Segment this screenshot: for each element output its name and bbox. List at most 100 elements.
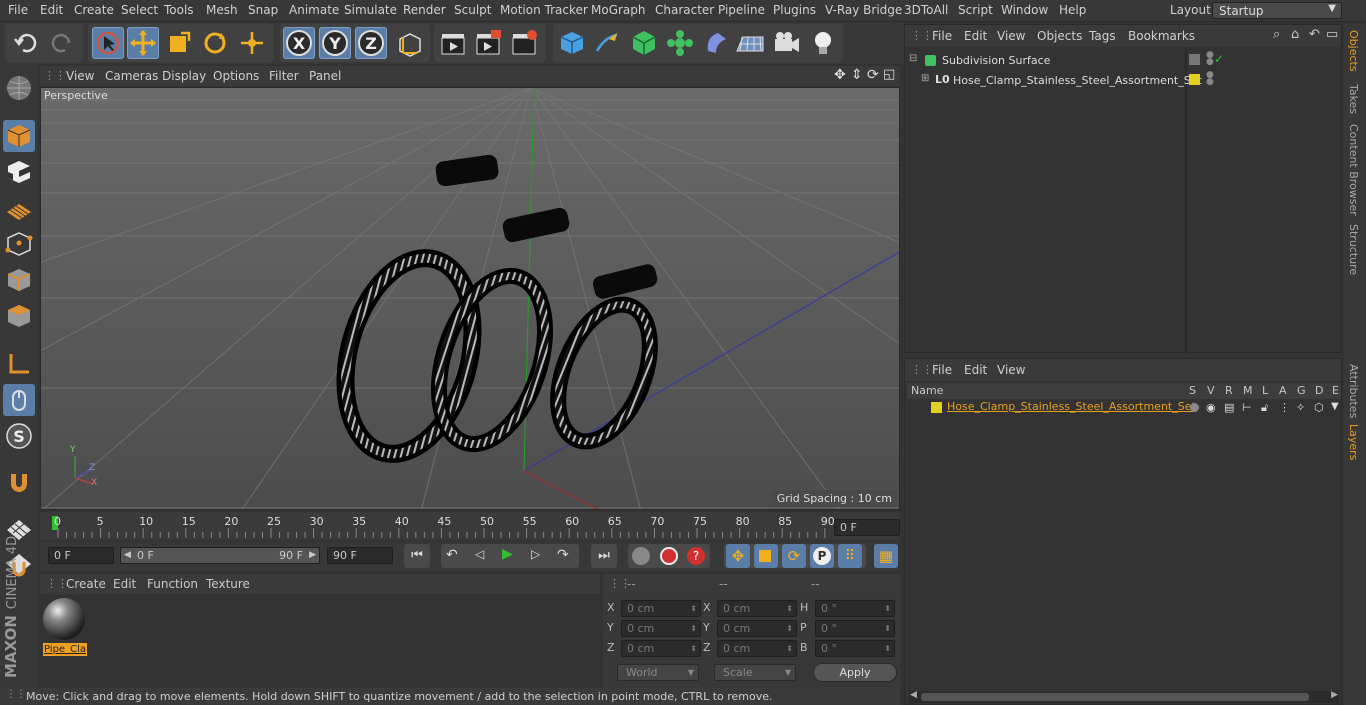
enabled-check-icon[interactable]: ✓: [1214, 52, 1224, 66]
key-parameter-icon[interactable]: P: [810, 544, 834, 568]
menu-edit[interactable]: Edit: [40, 3, 63, 17]
layer-menu-file[interactable]: File: [932, 363, 952, 377]
size-mode-dropdown[interactable]: Scale ▼: [714, 664, 796, 681]
menu-3dtoall[interactable]: 3DToAll: [904, 3, 948, 17]
animation-icon[interactable]: ⋮: [1279, 401, 1290, 414]
key-scale-icon[interactable]: [754, 544, 778, 568]
transform-tool-button[interactable]: [236, 27, 268, 59]
render-view-button[interactable]: [437, 27, 469, 59]
home-icon[interactable]: ⌂: [1291, 27, 1299, 42]
menu-snap[interactable]: Snap: [248, 3, 278, 17]
max-frame-field[interactable]: 90 F: [327, 547, 393, 564]
solo-button[interactable]: S: [3, 420, 35, 452]
layer-color-swatch[interactable]: [931, 402, 942, 413]
solo-toggle-icon[interactable]: [1190, 403, 1199, 412]
menu-help[interactable]: Help: [1059, 3, 1086, 17]
col-render[interactable]: R: [1225, 384, 1233, 397]
expand-icon[interactable]: ⊞: [921, 73, 929, 84]
menu-pipeline[interactable]: Pipeline: [718, 3, 765, 17]
menu-character[interactable]: Character: [655, 3, 714, 17]
viewport-menu-view[interactable]: View: [66, 69, 94, 83]
stepper-arrows-icon[interactable]: ⬍: [690, 641, 697, 656]
lock-icon[interactable]: 🔓︎: [1261, 401, 1268, 415]
menu-mograph[interactable]: MoGraph: [591, 3, 646, 17]
obj-menu-file[interactable]: File: [932, 29, 952, 43]
menu-window[interactable]: Window: [1001, 3, 1048, 17]
object-row-subdivision[interactable]: ⊟ Subdivision Surface ● ● ✓: [905, 51, 1343, 70]
menu-animate[interactable]: Animate: [289, 3, 339, 17]
col-view[interactable]: V: [1207, 384, 1215, 397]
manager-icon[interactable]: ⊢: [1242, 401, 1252, 414]
stepper-arrows-icon[interactable]: ⬍: [884, 601, 891, 616]
menu-select[interactable]: Select: [121, 3, 158, 17]
render-picture-viewer-button[interactable]: [472, 27, 504, 59]
search-icon[interactable]: ⌕: [1273, 27, 1280, 42]
new-view-icon[interactable]: ▭: [1326, 27, 1338, 42]
layer-menu-view[interactable]: View: [997, 363, 1025, 377]
model-mode-button[interactable]: [3, 120, 35, 152]
obj-menu-tags[interactable]: Tags: [1089, 29, 1116, 43]
layer-tag-empty-icon[interactable]: [1189, 54, 1200, 65]
light-button[interactable]: [807, 27, 839, 59]
key-rotation-icon[interactable]: ⟳: [782, 544, 806, 568]
spline-pen-button[interactable]: [591, 27, 623, 59]
live-selection-button[interactable]: [92, 27, 124, 59]
visibility-dots-icon[interactable]: ● ●: [1206, 71, 1214, 87]
frame-range-slider[interactable]: ◀ 0 F 90 F ▶: [120, 547, 320, 564]
coord-value-field[interactable]: 0 cm ⬍: [621, 620, 701, 637]
scale-tool-button[interactable]: [163, 27, 195, 59]
make-editable-button[interactable]: [3, 72, 35, 104]
apply-button[interactable]: Apply: [813, 663, 897, 682]
deformer-button[interactable]: [700, 27, 732, 59]
menu-create[interactable]: Create: [74, 3, 114, 17]
scroll-right-icon[interactable]: ▶: [1331, 690, 1338, 700]
dolly-view-icon[interactable]: ⇕: [851, 67, 863, 83]
stepper-arrows-icon[interactable]: ⬍: [884, 621, 891, 636]
tab-content-browser[interactable]: Content Browser: [1347, 124, 1360, 216]
go-to-start-button[interactable]: ⏮: [404, 544, 430, 568]
stepper-arrows-icon[interactable]: ⬍: [786, 621, 793, 636]
obj-menu-objects[interactable]: Objects: [1037, 29, 1082, 43]
tab-objects[interactable]: Objects: [1347, 30, 1360, 72]
subdivision-surface-button[interactable]: [628, 27, 660, 59]
viewport-menu-display[interactable]: Display: [162, 69, 206, 83]
stepper-arrows-icon[interactable]: ⬍: [786, 641, 793, 656]
cube-primitive-button[interactable]: [556, 27, 588, 59]
coord-value-field[interactable]: 0 cm ⬍: [717, 640, 797, 657]
col-manager[interactable]: M: [1243, 384, 1253, 397]
col-generators[interactable]: G: [1297, 384, 1306, 397]
perspective-viewport[interactable]: Perspective Y Z X Grid Spacing : 10 cm: [40, 87, 900, 510]
axis-mode-button[interactable]: [3, 348, 35, 380]
scrollbar-thumb[interactable]: [921, 693, 1309, 701]
next-keyframe-icon[interactable]: ↷: [557, 547, 569, 563]
layer-color-swatch[interactable]: [1189, 74, 1200, 85]
col-deformers[interactable]: D: [1315, 384, 1323, 397]
workplane-mode-button[interactable]: [3, 192, 35, 224]
col-animation[interactable]: A: [1279, 384, 1287, 397]
menu-simulate[interactable]: Simulate: [344, 3, 397, 17]
polygons-mode-button[interactable]: [3, 300, 35, 332]
stepper-arrows-icon[interactable]: ⬍: [690, 621, 697, 636]
object-row-hose-clamp[interactable]: ⊞ L0 Hose_Clamp_Stainless_Steel_Assortme…: [905, 71, 1343, 90]
generator-icon[interactable]: ✧: [1296, 401, 1305, 414]
material-menu-function[interactable]: Function: [147, 577, 198, 591]
x-axis-lock-button[interactable]: X: [283, 27, 315, 59]
autokeying-icon[interactable]: ?: [687, 547, 705, 565]
coordinate-space-dropdown[interactable]: World ▼: [617, 664, 699, 681]
coord-value-field[interactable]: 0 ° ⬍: [815, 640, 895, 657]
layer-menu-edit[interactable]: Edit: [964, 363, 987, 377]
edges-mode-button[interactable]: [3, 264, 35, 296]
maximize-view-icon[interactable]: ◱: [883, 67, 895, 82]
menu-file[interactable]: File: [8, 3, 28, 17]
coord-value-field[interactable]: 0 cm ⬍: [621, 640, 701, 657]
snapping-button[interactable]: [3, 466, 35, 498]
texture-mode-button[interactable]: [3, 156, 35, 188]
col-locked[interactable]: L: [1262, 384, 1268, 397]
y-axis-lock-button[interactable]: Y: [319, 27, 351, 59]
menu-plugins[interactable]: Plugins: [773, 3, 816, 17]
viewport-menu-cameras[interactable]: Cameras: [105, 69, 158, 83]
tab-takes[interactable]: Takes: [1347, 84, 1360, 114]
material-menu-create[interactable]: Create: [66, 577, 106, 591]
col-expressions[interactable]: E: [1332, 384, 1339, 397]
back-icon[interactable]: ↶: [1309, 27, 1320, 42]
